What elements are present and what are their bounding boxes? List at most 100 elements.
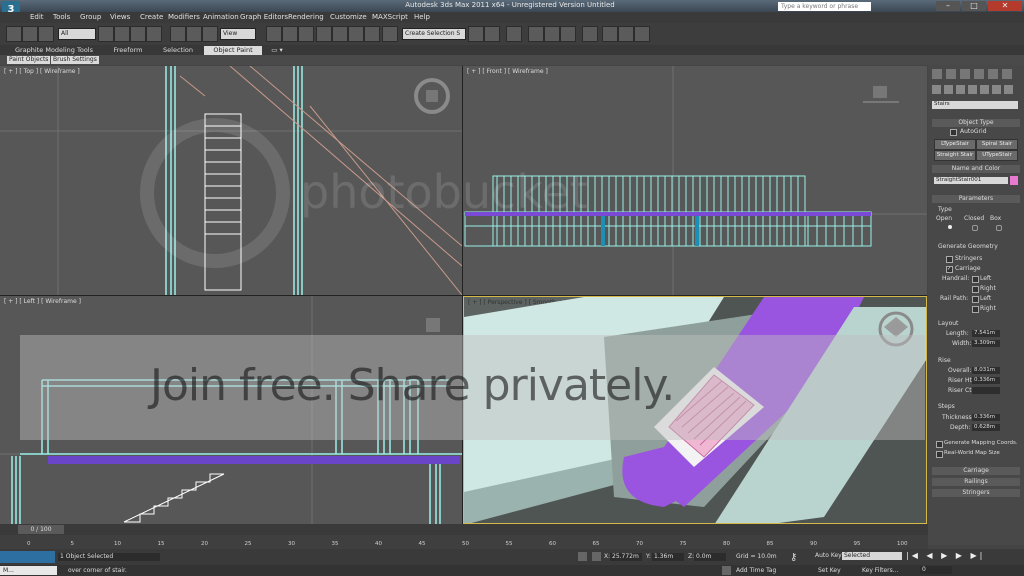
spiral-stair-button[interactable]: Spiral Stair (976, 139, 1018, 150)
object-color-swatch[interactable] (1010, 176, 1018, 185)
tab-selection[interactable]: Selection (156, 46, 200, 55)
stringers-checkbox[interactable] (946, 256, 953, 263)
window-crossing-icon[interactable] (146, 26, 162, 42)
spinner-snap-icon[interactable] (364, 26, 380, 42)
add-time-tag-button[interactable]: Add Time Tag (736, 567, 776, 574)
parameters-rollout[interactable]: Parameters (932, 195, 1020, 203)
current-frame-field[interactable]: 0 (920, 566, 952, 574)
tab-brush-settings[interactable]: Brush Settings (51, 56, 99, 64)
schematic-view-icon[interactable] (560, 26, 576, 42)
key-mode-icon[interactable]: ⚷ (790, 552, 810, 564)
systems-icon[interactable] (1004, 85, 1013, 94)
keyboard-shortcut-icon[interactable] (298, 26, 314, 42)
edit-named-sel-icon[interactable] (382, 26, 398, 42)
pivot-icon[interactable] (266, 26, 282, 42)
thickness-field[interactable]: 0.336m (972, 414, 1000, 421)
depth-field[interactable]: 0.628m (972, 424, 1000, 431)
railpath-right-checkbox[interactable] (972, 306, 979, 313)
rendered-frame-icon[interactable] (618, 26, 634, 42)
maximize-button[interactable]: □ (962, 1, 986, 11)
object-name-field[interactable]: StraightStair001 (934, 177, 1008, 184)
menu-group[interactable]: Group (80, 13, 101, 21)
time-slider-thumb[interactable]: 0 / 100 (18, 525, 64, 534)
select-object-icon[interactable] (98, 26, 114, 42)
autogrid-checkbox[interactable] (950, 129, 957, 136)
material-editor-icon[interactable] (582, 26, 598, 42)
space-warps-icon[interactable] (992, 85, 1001, 94)
auto-key-button[interactable]: Auto Key (815, 552, 842, 559)
snaps-toggle-icon[interactable] (316, 26, 332, 42)
ribbon-options-icon[interactable]: ▭ ▾ (268, 46, 286, 55)
z-coordinate-field[interactable]: 0.0m (694, 553, 726, 561)
selected-dropdown[interactable]: Selected (842, 552, 902, 560)
railpath-left-checkbox[interactable] (972, 296, 979, 303)
riser-ct-field[interactable] (972, 387, 1000, 394)
layer-manager-icon[interactable] (506, 26, 522, 42)
menu-customize[interactable]: Customize (330, 13, 367, 21)
rotate-icon[interactable] (186, 26, 202, 42)
taskbar-item[interactable]: M... (0, 566, 57, 575)
menu-rendering[interactable]: Rendering (288, 13, 324, 21)
handrail-right-checkbox[interactable] (972, 286, 979, 293)
modify-tab-icon[interactable] (946, 69, 956, 79)
track-bar[interactable]: 0 5 10 15 20 25 30 35 40 45 50 55 60 65 70 75 80 85 90 95 10… (0, 535, 928, 549)
railings-rollout[interactable]: Railings (932, 478, 1020, 486)
tab-freeform[interactable]: Freeform (104, 46, 152, 55)
width-field[interactable]: 3.309m (972, 340, 1000, 347)
move-icon[interactable] (170, 26, 186, 42)
angle-snap-icon[interactable] (332, 26, 348, 42)
x-coordinate-field[interactable]: 25.772m (610, 553, 642, 561)
carriage-checkbox[interactable]: ✓ (946, 266, 953, 273)
minimize-button[interactable]: – (936, 1, 960, 11)
tab-paint-objects[interactable]: Paint Objects (7, 56, 51, 64)
named-selection-dropdown[interactable]: Create Selection S (402, 28, 466, 40)
playback-controls[interactable]: |◀ ◀ ▶ ▶ ▶| (906, 551, 1022, 562)
overall-field[interactable]: 8.031m (972, 367, 1000, 374)
helpers-icon[interactable] (980, 85, 989, 94)
object-type-rollout[interactable]: Object Type (932, 119, 1020, 127)
create-tab-icon[interactable] (932, 69, 942, 79)
name-color-rollout[interactable]: Name and Color (932, 165, 1020, 173)
unlink-icon[interactable] (22, 26, 38, 42)
scale-icon[interactable] (202, 26, 218, 42)
tab-object-paint[interactable]: Object Paint (204, 46, 262, 55)
hierarchy-tab-icon[interactable] (960, 69, 970, 79)
selection-filter-dropdown[interactable]: All (58, 28, 96, 40)
menu-tools[interactable]: Tools (53, 13, 70, 21)
cameras-icon[interactable] (968, 85, 977, 94)
utype-stair-button[interactable]: UTypeStair (976, 150, 1018, 161)
gen-mapping-checkbox[interactable] (936, 441, 943, 448)
search-input[interactable]: Type a keyword or phrase (778, 2, 871, 11)
menu-create[interactable]: Create (140, 13, 163, 21)
handrail-left-checkbox[interactable] (972, 276, 979, 283)
bind-space-warp-icon[interactable] (38, 26, 54, 42)
close-button[interactable]: ✕ (988, 1, 1022, 11)
percent-snap-icon[interactable] (348, 26, 364, 42)
ltype-stair-button[interactable]: LTypeStair (934, 139, 976, 150)
key-filters-button[interactable]: Key Filters... (862, 567, 899, 574)
display-tab-icon[interactable] (988, 69, 998, 79)
link-icon[interactable] (6, 26, 22, 42)
menu-modifiers[interactable]: Modifiers (168, 13, 200, 21)
carriage-rollout[interactable]: Carriage (932, 467, 1020, 475)
type-closed-radio[interactable] (972, 225, 978, 231)
menu-maxscript[interactable]: MAXScript (372, 13, 408, 21)
straight-stair-button[interactable]: Straight Stair (934, 150, 976, 161)
length-field[interactable]: 7.541m (972, 330, 1000, 337)
render-production-icon[interactable] (634, 26, 650, 42)
set-key-button[interactable]: Set Key (818, 567, 841, 574)
align-icon[interactable] (484, 26, 500, 42)
lock-selection-icon[interactable] (578, 552, 587, 561)
riser-ht-field[interactable]: 0.336m (972, 377, 1000, 384)
menu-animation[interactable]: Animation (203, 13, 239, 21)
mirror-icon[interactable] (468, 26, 484, 42)
menu-help[interactable]: Help (414, 13, 430, 21)
rect-selection-icon[interactable] (130, 26, 146, 42)
maxscript-listener-icon[interactable] (0, 551, 55, 563)
shapes-icon[interactable] (944, 85, 953, 94)
select-by-name-icon[interactable] (114, 26, 130, 42)
geometry-icon[interactable] (932, 85, 941, 94)
ref-coord-dropdown[interactable]: View (220, 28, 256, 40)
category-dropdown[interactable]: Stairs (932, 101, 1018, 109)
utilities-tab-icon[interactable] (1002, 69, 1012, 79)
